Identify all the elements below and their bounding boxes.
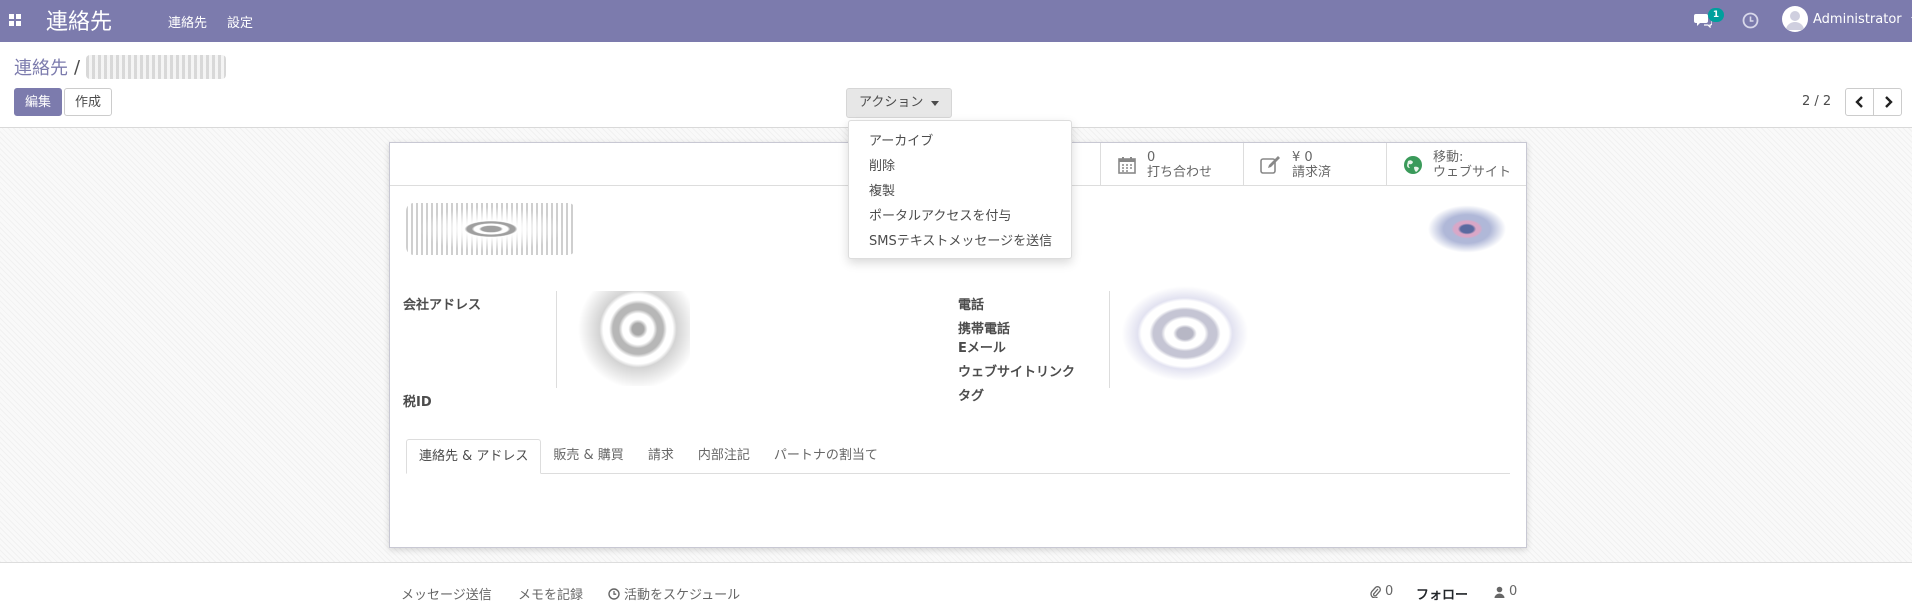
- contact-values-blurred: [1115, 281, 1255, 386]
- user-menu[interactable]: Administrator: [1782, 6, 1912, 32]
- user-icon: [1494, 586, 1505, 598]
- divider: [556, 291, 557, 388]
- chevron-right-icon: [1885, 96, 1893, 108]
- divider: [1109, 291, 1110, 388]
- menu-item-archive[interactable]: アーカイブ: [849, 129, 1071, 154]
- meetings-label: 打ち合わせ: [1147, 164, 1213, 180]
- meetings-count: 0: [1147, 149, 1156, 165]
- partner-image-blurred[interactable]: [1421, 201, 1513, 257]
- send-message-button[interactable]: メッセージ送信: [401, 584, 492, 603]
- chatter-bar: メッセージ送信 メモを記録 活動をスケジュール 0 フォロー 0: [0, 563, 1912, 615]
- action-dropdown-button[interactable]: アクション: [846, 88, 953, 118]
- log-note-label: メモを記録: [518, 588, 584, 603]
- create-button[interactable]: 作成: [64, 88, 113, 116]
- globe-icon: [1404, 155, 1422, 174]
- menu-item-grant-portal[interactable]: ポータルアクセスを付与: [849, 204, 1071, 229]
- log-note-button[interactable]: メモを記録: [518, 584, 583, 603]
- control-panel: 連絡先 / 編集 作成 アクション 2 / 2: [0, 42, 1912, 128]
- email-label: Eメール: [958, 341, 1006, 356]
- tags-label: タグ: [958, 389, 985, 404]
- tab-sales-purchase[interactable]: 販売 & 購買: [541, 439, 635, 474]
- breadcrumb-separator: /: [74, 56, 81, 78]
- calendar-icon: [1118, 156, 1136, 174]
- invoiced-smart-button[interactable]: ¥ 0 請求済: [1243, 143, 1386, 186]
- top-navbar: 連絡先 連絡先 設定 1 Administrator: [0, 0, 1912, 42]
- tax-id-label: 税ID: [403, 395, 432, 410]
- paperclip-icon: [1370, 586, 1381, 598]
- app-brand[interactable]: 連絡先: [46, 4, 112, 36]
- follow-button[interactable]: フォロー: [1416, 584, 1468, 603]
- pager-value[interactable]: 2 / 2: [1802, 94, 1831, 109]
- action-dropdown-menu: アーカイブ 削除 複製 ポータルアクセスを付与 SMSテキストメッセージを送信: [848, 120, 1072, 259]
- menu-item-contacts[interactable]: 連絡先: [168, 12, 207, 31]
- followers-count: 0: [1509, 584, 1518, 599]
- schedule-activity-button[interactable]: 活動をスケジュール: [608, 584, 740, 603]
- menu-item-delete[interactable]: 削除: [849, 154, 1071, 179]
- avatar: [1782, 6, 1808, 32]
- invoiced-label: 請求済: [1292, 164, 1332, 180]
- action-label: アクション: [859, 95, 924, 110]
- company-address-label: 会社アドレス: [403, 298, 482, 313]
- tab-invoicing[interactable]: 請求: [636, 439, 686, 474]
- main-menu: 連絡先 設定: [168, 12, 253, 31]
- breadcrumb: 連絡先 /: [14, 54, 227, 80]
- clock-icon: [608, 587, 620, 600]
- meetings-smart-button[interactable]: 0 打ち合わせ: [1100, 143, 1243, 186]
- website-goto-label: 移動:: [1433, 149, 1464, 165]
- send-message-label: メッセージ送信: [401, 588, 492, 603]
- website-label: ウェブサイト: [1433, 164, 1512, 180]
- clock-icon[interactable]: [1742, 12, 1759, 29]
- attachments-button[interactable]: 0: [1370, 584, 1393, 599]
- edit-button[interactable]: 編集: [14, 88, 63, 116]
- record-name-blurred: [86, 55, 227, 79]
- chevron-left-icon: [1855, 96, 1863, 108]
- tab-internal-notes[interactable]: 内部注記: [686, 439, 762, 474]
- pager-previous-button[interactable]: [1845, 88, 1874, 116]
- mobile-label: 携帯電話: [958, 322, 1011, 337]
- pager-next-button[interactable]: [1873, 88, 1902, 116]
- schedule-activity-label: 活動をスケジュール: [624, 588, 741, 603]
- caret-down-icon: [931, 100, 940, 106]
- menu-item-settings[interactable]: 設定: [227, 12, 253, 31]
- user-name: Administrator: [1813, 11, 1902, 27]
- apps-menu-icon[interactable]: [9, 14, 21, 26]
- followers-button[interactable]: 0: [1494, 584, 1517, 599]
- tab-partner-assignment[interactable]: パートナの割当て: [762, 439, 890, 474]
- chat-badge: 1: [1708, 8, 1724, 22]
- menu-item-send-sms[interactable]: SMSテキストメッセージを送信: [849, 229, 1071, 254]
- tab-contacts-addresses[interactable]: 連絡先 & アドレス: [406, 439, 542, 474]
- menu-item-duplicate[interactable]: 複製: [849, 179, 1071, 204]
- notebook-tabs: 連絡先 & アドレス 販売 & 購買 請求 内部注記 パートナの割当て: [406, 439, 1510, 474]
- address-value-blurred: [560, 291, 690, 386]
- invoiced-amount: ¥ 0: [1292, 149, 1313, 165]
- company-logo-blurred: [406, 203, 576, 255]
- edit-icon: [1260, 155, 1280, 174]
- website-link-label: ウェブサイトリンク: [958, 365, 1076, 380]
- attachments-count: 0: [1385, 584, 1394, 599]
- website-smart-button[interactable]: 移動: ウェブサイト: [1386, 143, 1526, 186]
- breadcrumb-contacts[interactable]: 連絡先: [14, 54, 68, 80]
- phone-label: 電話: [958, 298, 985, 313]
